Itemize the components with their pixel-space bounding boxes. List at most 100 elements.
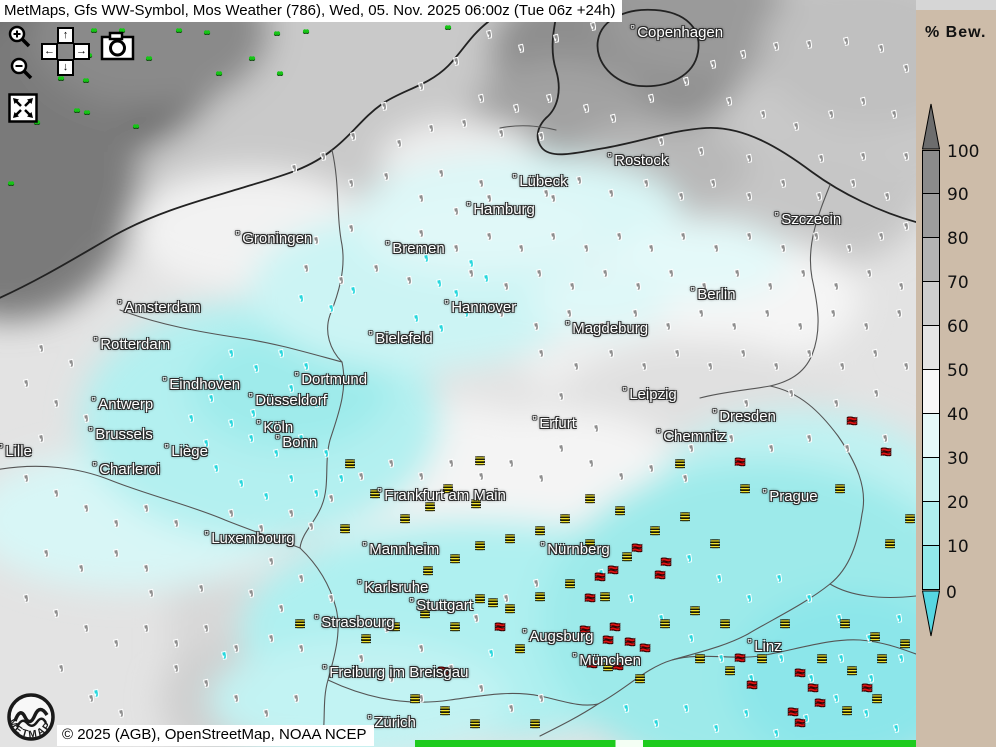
scale-tick-label: 70 [947, 273, 969, 293]
city-label-lille: °Lille [0, 441, 32, 460]
scale-tick-label: 40 [947, 405, 969, 425]
city-marker-icon: ° [362, 539, 367, 554]
scale-tick-label: 10 [947, 537, 969, 557]
zoom-out-button[interactable] [9, 57, 33, 81]
city-marker-icon: ° [409, 595, 414, 610]
city-marker-icon: ° [630, 22, 635, 37]
city-marker-icon: ° [540, 539, 545, 554]
city-label-bonn: °Bonn [275, 432, 317, 451]
city-marker-icon: ° [235, 228, 240, 243]
city-marker-icon: ° [532, 413, 537, 428]
city-label-dresden: °Dresden [712, 406, 776, 425]
city-label-karlsruhe: °Karlsruhe [357, 577, 428, 596]
city-label-m-nchen: °München [572, 650, 641, 669]
scale-segment: 40 [922, 414, 940, 458]
pan-up-button[interactable]: ↑ [57, 27, 74, 44]
city-label-dortmund: °Dortmund [294, 369, 367, 388]
pan-right-button[interactable]: → [73, 43, 90, 60]
scale-arrow-up-icon [922, 103, 940, 150]
city-marker-icon: ° [88, 424, 93, 439]
city-marker-icon: ° [512, 171, 517, 186]
city-marker-icon: ° [294, 369, 299, 384]
city-label-antwerp: °Antwerp [91, 394, 153, 413]
city-marker-icon: ° [248, 390, 253, 405]
city-marker-icon: ° [656, 426, 661, 441]
city-label-amsterdam: °Amsterdam [117, 297, 201, 316]
zoom-in-button[interactable] [7, 25, 31, 49]
city-label-rostock: °Rostock [607, 150, 668, 169]
city-label-brussels: °Brussels [88, 424, 153, 443]
city-label-stuttgart: °Stuttgart [409, 595, 473, 614]
scale-tick-label: 20 [947, 493, 969, 513]
city-label-linz: °Linz [747, 636, 782, 655]
scale-segment: 20 [922, 502, 940, 546]
city-label-bielefeld: °Bielefeld [368, 328, 433, 347]
city-marker-icon: ° [92, 459, 97, 474]
city-label-mannheim: °Mannheim [362, 539, 439, 558]
city-label-hannover: °Hannover [444, 297, 516, 316]
legend-unit-label: % Bew. [925, 24, 986, 42]
city-marker-icon: ° [466, 199, 471, 214]
weather-map[interactable]: ••••••••••••••••••••••••••••••••••••••,,… [0, 0, 916, 747]
city-label-groningen: °Groningen [235, 228, 312, 247]
city-marker-icon: ° [565, 318, 570, 333]
pan-left-button[interactable]: ← [41, 43, 58, 60]
city-marker-icon: ° [690, 284, 695, 299]
snapshot-button[interactable] [100, 31, 136, 61]
city-label-hamburg: °Hamburg [466, 199, 535, 218]
scale-tick-label: 60 [947, 317, 969, 337]
scale-tick-label: 50 [947, 361, 969, 381]
scale-tick-label: 80 [947, 229, 969, 249]
map-edge-strip [415, 740, 916, 747]
city-label-augsburg: °Augsburg [522, 626, 593, 645]
city-label-frankfurt-am-main: °Frankfurt am Main [377, 485, 506, 504]
city-marker-icon: ° [91, 394, 96, 409]
city-label-freiburg-im-breisgau: °Freiburg im Breisgau [322, 662, 468, 681]
fullscreen-button[interactable] [8, 93, 38, 123]
city-marker-icon: ° [607, 150, 612, 165]
city-label-l-beck: °Lübeck [512, 171, 568, 190]
city-marker-icon: ° [774, 209, 779, 224]
pan-down-icon: ↓ [63, 62, 69, 73]
scale-segment: 60 [922, 326, 940, 370]
scale-tick-label: 100 [947, 142, 979, 162]
city-marker-icon: ° [164, 441, 169, 456]
city-label-charleroi: °Charleroi [92, 459, 160, 478]
map-controls: ↑ ← → ↓ [0, 0, 140, 130]
city-marker-icon: ° [747, 636, 752, 651]
city-label-z-rich: °Zürich [367, 712, 416, 731]
city-marker-icon: ° [444, 297, 449, 312]
city-marker-icon: ° [712, 406, 717, 421]
scale-segment: 30 [922, 458, 940, 502]
scale-segments: 100908070605040302010 [922, 150, 940, 590]
city-marker-icon: ° [117, 297, 122, 312]
city-marker-icon: ° [622, 384, 627, 399]
city-marker-icon: ° [377, 485, 382, 500]
scale-zero-label: 0 [946, 583, 957, 603]
city-label-strasbourg: °Strasbourg [314, 612, 395, 631]
attribution-text: © 2025 (AGB), OpenStreetMap, NOAA NCEP [57, 725, 374, 746]
city-label-erfurt: °Erfurt [532, 413, 576, 432]
city-label-n-rnberg: °Nürnberg [540, 539, 610, 558]
city-label-chemnitz: °Chemnitz [656, 426, 727, 445]
city-label-d-sseldorf: °Düsseldorf [248, 390, 327, 409]
city-label-copenhagen: °Copenhagen [630, 22, 723, 41]
city-marker-icon: ° [162, 374, 167, 389]
pan-down-button[interactable]: ↓ [57, 59, 74, 76]
city-marker-icon: ° [572, 650, 577, 665]
city-label-eindhoven: °Eindhoven [162, 374, 240, 393]
scale-arrow-down-icon [922, 590, 940, 637]
city-marker-icon: ° [314, 612, 319, 627]
city-label-szczecin: °Szczecin [774, 209, 841, 228]
city-marker-icon: ° [762, 486, 767, 501]
city-marker-icon: ° [322, 662, 327, 677]
scale-segment: 90 [922, 194, 940, 238]
scale-segment: 50 [922, 370, 940, 414]
city-marker-icon: ° [522, 626, 527, 641]
legend-sidebar: % Bew. 100908070605040302010 0 [916, 0, 996, 747]
metmaps-app: ••••••••••••••••••••••••••••••••••••••,,… [0, 0, 996, 747]
city-marker-icon: ° [357, 577, 362, 592]
city-label-magdeburg: °Magdeburg [565, 318, 648, 337]
legend-top-strip [916, 0, 996, 10]
scale-segment: 70 [922, 282, 940, 326]
